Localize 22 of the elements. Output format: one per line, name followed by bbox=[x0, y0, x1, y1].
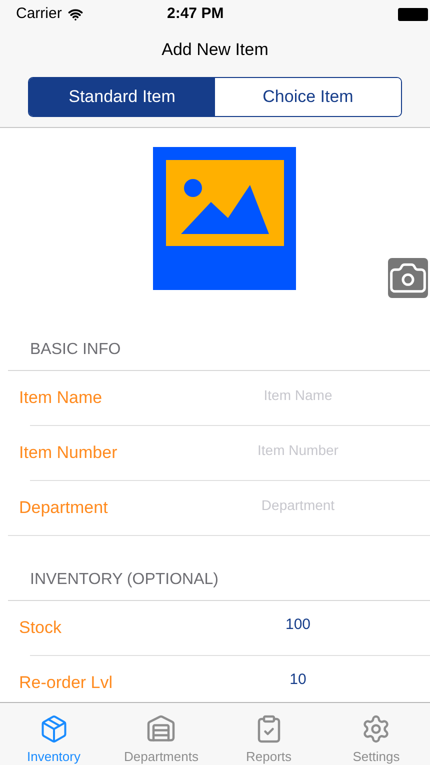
input-field[interactable]: Department bbox=[218, 494, 378, 516]
wifi-icon bbox=[68, 6, 83, 22]
status-time: 2:47 PM bbox=[167, 4, 224, 24]
segment-tab[interactable]: Standard Item bbox=[29, 78, 215, 116]
field-label: Item Number bbox=[18, 442, 118, 464]
camera-icon[interactable] bbox=[388, 258, 428, 298]
field-label: Stock bbox=[18, 617, 63, 640]
input-field[interactable]: Item Number bbox=[218, 440, 378, 460]
segment-tab[interactable]: Choice Item bbox=[215, 78, 401, 116]
gear-icon bbox=[361, 714, 392, 744]
battery-icon bbox=[398, 8, 428, 20]
section-header: INVENTORY (OPTIONAL) bbox=[30, 571, 218, 588]
field-label: Item Name bbox=[18, 387, 104, 410]
input-field[interactable]: 10 bbox=[218, 668, 378, 692]
window-title: Add New Item bbox=[162, 39, 268, 62]
input-field[interactable]: 100 bbox=[218, 614, 378, 636]
field-label: Department bbox=[18, 497, 109, 520]
carrier-label: Carrier bbox=[16, 4, 62, 24]
garage-icon bbox=[146, 714, 176, 744]
field-label: Re-order Lvl bbox=[18, 672, 114, 694]
input-field[interactable]: Item Name bbox=[218, 384, 378, 406]
section-header: BASIC INFO bbox=[30, 341, 121, 358]
